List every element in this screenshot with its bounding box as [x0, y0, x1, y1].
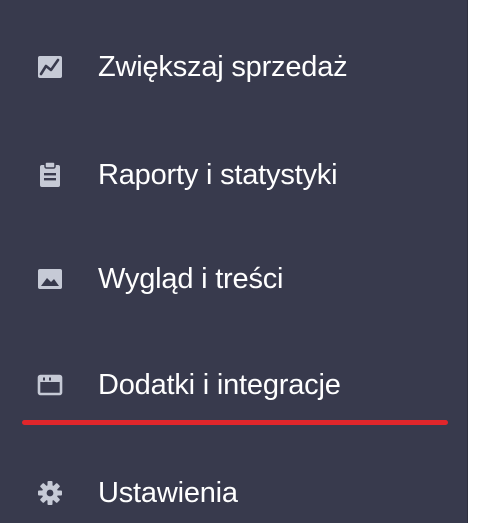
- sidebar-item-addons[interactable]: Dodatki i integracje: [0, 350, 467, 420]
- sidebar-item-label: Zwiększaj sprzedaż: [98, 50, 348, 83]
- clipboard-icon: [35, 160, 65, 190]
- sidebar-item-reports[interactable]: Raporty i statystyki: [0, 140, 467, 210]
- sidebar-menu: Zwiększaj sprzedaż Raporty i statystyki …: [0, 0, 468, 523]
- sidebar-item-label: Wygląd i treści: [98, 262, 284, 295]
- sidebar-item-label: Dodatki i integracje: [98, 368, 341, 401]
- active-item-underline: [22, 420, 448, 425]
- window-icon: [35, 370, 65, 400]
- sidebar-item-label: Raporty i statystyki: [98, 158, 338, 191]
- sidebar-item-increase-sales[interactable]: Zwiększaj sprzedaż: [0, 32, 467, 102]
- sidebar-item-settings[interactable]: Ustawienia: [0, 458, 467, 528]
- sidebar-item-appearance[interactable]: Wygląd i treści: [0, 244, 467, 314]
- chart-line-icon: [35, 52, 65, 82]
- sidebar-item-label: Ustawienia: [98, 476, 238, 509]
- image-icon: [35, 264, 65, 294]
- gear-icon: [35, 478, 65, 508]
